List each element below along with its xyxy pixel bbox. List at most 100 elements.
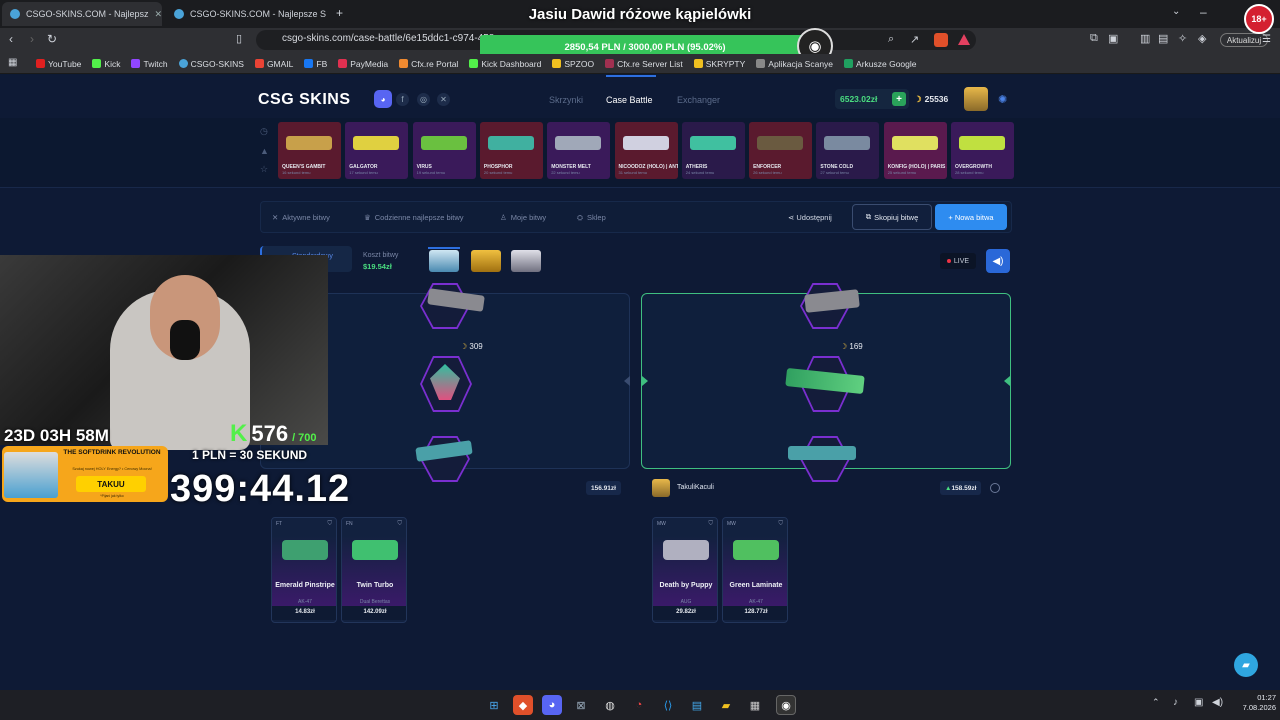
bookmark-spzoo[interactable]: SPZOO — [552, 59, 594, 69]
folder-icon[interactable]: ▰ — [716, 695, 736, 715]
recent-drop-card[interactable]: NICOODOZ (HOLO) | ANTWERP 202231 sekund … — [614, 122, 678, 179]
tab-active[interactable]: CSGO-SKINS.COM - Najlepsz ✕ — [2, 2, 162, 26]
brave-shield-icon[interactable] — [934, 33, 948, 47]
screenshot-icon[interactable]: ▣ — [1108, 32, 1118, 45]
chevron-down-icon[interactable]: ⌄ — [1172, 6, 1180, 17]
vpn-icon[interactable]: ◈ — [1198, 32, 1206, 45]
display-icon[interactable]: ▣ — [1194, 697, 1203, 708]
recent-drop-card[interactable]: STONE COLD 27 sekund temu — [816, 122, 880, 179]
bookmark-paymedia[interactable]: PayMedia — [338, 59, 388, 69]
obs-icon[interactable]: ◍ — [600, 695, 620, 715]
filter-shop[interactable]: ⛭ Sklep — [577, 213, 606, 223]
sound-toggle-button[interactable]: ◀) — [986, 249, 1010, 273]
won-item-card[interactable]: MW ⛉ Death by Puppy AUG 29.82zł — [652, 517, 718, 623]
recent-drop-card[interactable]: ENFORCER 26 sekund temu — [749, 122, 813, 179]
won-item-card[interactable]: FT ⛉ Emerald Pinstripe AK-47 14.83zł — [271, 517, 337, 623]
recent-drop-card[interactable]: OVERGROWTH 28 sekund temu — [951, 122, 1014, 179]
nav-cases[interactable]: Skrzynki — [549, 95, 583, 105]
tab-inactive[interactable]: CSGO-SKINS.COM - Najlepsze Skrzy✕ — [166, 2, 326, 26]
nav-case-battle[interactable]: Case Battle — [606, 95, 653, 105]
chevron-up-icon[interactable]: ⌃ — [1152, 697, 1160, 708]
search-icon[interactable]: ⌕ — [888, 33, 894, 46]
wallet-icon[interactable]: ▤ — [1158, 32, 1168, 45]
back-icon[interactable]: ‹ — [9, 32, 13, 46]
bookmark-twitch[interactable]: Twitch — [131, 59, 168, 69]
facebook-icon[interactable]: f — [396, 93, 409, 106]
volume-icon[interactable]: ◀) — [1212, 697, 1223, 708]
vscode-icon[interactable]: ⟨⟩ — [658, 695, 678, 715]
minimize-icon[interactable]: – — [1200, 5, 1207, 19]
share-icon[interactable]: ↗ — [910, 33, 919, 46]
star-icon[interactable]: ☆ — [260, 164, 268, 175]
close-icon[interactable]: ✕ — [155, 9, 162, 20]
xbox-icon[interactable]: ⊠ — [571, 695, 591, 715]
bookmark-kick-dashboard[interactable]: Kick Dashboard — [469, 59, 541, 69]
site-logo[interactable]: CSG SKINS — [258, 91, 351, 109]
copy-battle-button[interactable]: ⧉ Skopiuj bitwę — [852, 204, 932, 230]
bookmark-kick[interactable]: Kick — [92, 59, 120, 69]
bookmark-csgo-skins[interactable]: CSGO-SKINS — [178, 59, 244, 69]
forward-icon[interactable]: › — [30, 32, 34, 46]
notepad-icon[interactable]: ▤ — [687, 695, 707, 715]
bookmark-icon[interactable]: ▯ — [236, 32, 242, 45]
nav-exchanger[interactable]: Exchanger — [677, 95, 720, 105]
bookmark-cfx-server-list[interactable]: Cfx.re Server List — [605, 59, 683, 69]
filter-my-battles[interactable]: ♙ Moje bitwy — [500, 213, 546, 222]
recent-drop-card[interactable]: ATHERIS 24 sekund temu — [681, 122, 745, 179]
recent-drop-card[interactable]: PHOSPHOR 20 sekund temu — [479, 122, 543, 179]
info-icon[interactable] — [990, 483, 1000, 493]
microphone-icon[interactable]: ♪ — [1173, 697, 1178, 708]
gear-icon[interactable]: ✺ — [998, 93, 1007, 106]
reload-icon[interactable]: ↻ — [47, 32, 57, 46]
update-button[interactable]: Aktualizuj — [1220, 33, 1268, 47]
recent-drop-card[interactable]: GALGATOR 17 sekund temu — [345, 122, 409, 179]
recent-drop-card[interactable]: KONFIG (HOLO) | PARIS 202325 sekund temu — [883, 122, 947, 179]
history-icon[interactable]: ◷ — [260, 126, 268, 137]
avatar[interactable] — [964, 87, 988, 111]
instagram-icon[interactable]: ◎ — [417, 93, 430, 106]
bookmark-gmail[interactable]: GMAIL — [254, 59, 293, 69]
headset-icon — [170, 320, 200, 360]
won-item-card[interactable]: FN ⛉ Twin Turbo Dual Berettas 142.09zł — [341, 517, 407, 623]
recent-drop-card[interactable]: QUEEN'S GAMBIT 16 sekund temu — [278, 122, 341, 179]
new-tab-icon[interactable]: + — [336, 6, 343, 20]
ai-icon[interactable]: ✧ — [1178, 32, 1187, 45]
filter-daily-best[interactable]: ♛ Codzienne najlepsze bitwy — [364, 213, 464, 222]
reel-pointer-icon — [1004, 376, 1010, 386]
add-funds-icon[interactable]: + — [892, 92, 906, 106]
filter-active-battles[interactable]: ✕ Aktywne bitwy — [272, 213, 330, 222]
apps-grid-icon[interactable]: ▦ — [8, 57, 17, 68]
discord-icon[interactable]: ◕ — [374, 90, 392, 108]
thumbs-up-icon[interactable]: ▲ — [260, 146, 269, 156]
won-item-card[interactable]: MW ⛉ Green Laminate AK-47 128.77zł — [722, 517, 788, 623]
system-clock[interactable]: 01:27 7.08.2026 — [1226, 693, 1276, 713]
new-battle-button[interactable]: + Nowa bitwa — [935, 204, 1007, 230]
discord-icon[interactable]: ◕ — [542, 695, 562, 715]
case-icon[interactable] — [471, 250, 501, 272]
case-icon[interactable] — [429, 250, 459, 272]
bookmark-youtube[interactable]: YouTube — [36, 59, 81, 69]
x-twitter-icon[interactable]: ✕ — [437, 93, 450, 106]
bookmark-cfx-portal[interactable]: Cfx.re Portal — [399, 59, 458, 69]
extensions-icon[interactable]: ⧉ — [1090, 32, 1098, 45]
player-name[interactable]: TakuliKaculi — [677, 484, 714, 491]
avatar[interactable] — [652, 479, 670, 497]
brave-rewards-icon[interactable] — [958, 34, 970, 45]
chat-button[interactable]: ▰ — [1234, 653, 1258, 677]
bookmark-scanye[interactable]: Aplikacja Scanye — [756, 59, 833, 69]
brave-icon[interactable]: ◆ — [513, 695, 533, 715]
app-icon[interactable]: ◔ — [629, 695, 649, 715]
calculator-icon[interactable]: ▦ — [745, 695, 765, 715]
share-button[interactable]: ⋖ Udostępnij — [788, 213, 832, 222]
balance-display[interactable]: 6523.02zł + — [835, 89, 909, 109]
sidebar-icon[interactable]: ▥ — [1140, 32, 1150, 45]
recent-drop-card[interactable]: VIRUS 19 sekund temu — [412, 122, 476, 179]
case-icon[interactable] — [511, 250, 541, 272]
bookmark-sheets[interactable]: Arkusze Google — [844, 59, 917, 69]
recent-drop-card[interactable]: MONSTER MELT 22 sekund temu — [547, 122, 611, 179]
bookmark-fb[interactable]: FB — [304, 59, 327, 69]
monkey-app-icon[interactable]: ◉ — [776, 695, 796, 715]
bookmark-skrypty[interactable]: SKRYPTY — [693, 59, 745, 69]
start-icon[interactable]: ⊞ — [484, 695, 504, 715]
menu-icon[interactable]: ☰ — [1262, 34, 1271, 45]
